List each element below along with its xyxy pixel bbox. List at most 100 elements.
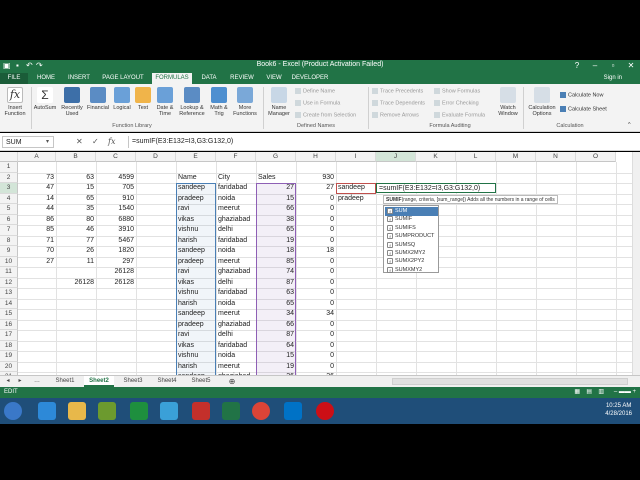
cell-a3[interactable]: 47 [18, 183, 56, 193]
cell-h19[interactable]: 0 [296, 351, 336, 361]
more-sheets-icon[interactable]: … [32, 376, 42, 387]
cell-h11[interactable]: 0 [296, 267, 336, 277]
row-header-10[interactable]: 10 [0, 256, 18, 267]
column-header-b[interactable]: B [56, 152, 96, 162]
logical-button[interactable]: Logical [111, 87, 133, 111]
cell-i4[interactable]: pradeep [336, 194, 376, 204]
row-header-17[interactable]: 17 [0, 330, 18, 341]
trace-precedents-button[interactable]: Trace Precedents [372, 88, 423, 94]
cell-f5[interactable]: meerut [216, 204, 256, 214]
prev-sheet-icon[interactable]: ◂ [4, 376, 12, 387]
cell-f17[interactable]: delhi [216, 330, 256, 340]
cell-f11[interactable]: ghaziabad [216, 267, 256, 277]
cell-a10[interactable]: 27 [18, 257, 56, 267]
cell-g3[interactable]: 27 [256, 183, 296, 193]
cell-h15[interactable]: 34 [296, 309, 336, 319]
cell-h12[interactable]: 0 [296, 278, 336, 288]
chrome-icon[interactable] [252, 402, 270, 420]
cell-g7[interactable]: 65 [256, 225, 296, 235]
name-manager-button[interactable]: Name Manager [266, 87, 292, 117]
cell-c10[interactable]: 297 [96, 257, 136, 267]
cell-f7[interactable]: delhi [216, 225, 256, 235]
cell-f19[interactable]: noida [216, 351, 256, 361]
sheet-tab-5[interactable]: Sheet5 [186, 376, 216, 387]
app-icon[interactable] [160, 402, 178, 420]
cell-e17[interactable]: ravi [176, 330, 216, 340]
cell-e7[interactable]: vishnu [176, 225, 216, 235]
autocomplete-item-sumif[interactable]: f SUMIF [385, 215, 438, 224]
column-header-k[interactable]: K [416, 152, 456, 162]
cell-c6[interactable]: 6880 [96, 215, 136, 225]
cell-g4[interactable]: 15 [256, 194, 296, 204]
calculate-sheet-button[interactable]: Calculate Sheet [560, 106, 607, 112]
column-header-e[interactable]: E [176, 152, 216, 162]
tab-page-layout[interactable]: PAGE LAYOUT [98, 73, 148, 84]
cell-b10[interactable]: 11 [56, 257, 96, 267]
zoom-slider[interactable]: – ▬▬ + [614, 387, 636, 398]
cell-a5[interactable]: 44 [18, 204, 56, 214]
cell-c5[interactable]: 1540 [96, 204, 136, 214]
column-header-d[interactable]: D [136, 152, 176, 162]
cell-c2[interactable]: 4599 [96, 173, 136, 183]
cell-g19[interactable]: 15 [256, 351, 296, 361]
cell-e16[interactable]: pradeep [176, 320, 216, 330]
cell-b9[interactable]: 26 [56, 246, 96, 256]
sheet-tab-3[interactable]: Sheet3 [118, 376, 148, 387]
cell-h10[interactable]: 0 [296, 257, 336, 267]
cell-g2[interactable]: Sales [256, 173, 296, 183]
cell-a8[interactable]: 71 [18, 236, 56, 246]
cell-h16[interactable]: 0 [296, 320, 336, 330]
row-header-2[interactable]: 2 [0, 172, 18, 183]
vertical-scrollbar[interactable] [632, 152, 640, 375]
row-header-11[interactable]: 11 [0, 267, 18, 278]
cell-h18[interactable]: 0 [296, 341, 336, 351]
cell-f6[interactable]: ghaziabad [216, 215, 256, 225]
row-header-16[interactable]: 16 [0, 319, 18, 330]
cell-g16[interactable]: 66 [256, 320, 296, 330]
define-name-button[interactable]: Define Name [295, 88, 335, 94]
formula-input[interactable]: =sumIF(E3:E132=I3,G3:G132,0) [128, 136, 636, 148]
cell-g9[interactable]: 18 [256, 246, 296, 256]
row-header-4[interactable]: 4 [0, 193, 18, 204]
cell-b5[interactable]: 35 [56, 204, 96, 214]
cell-a2[interactable]: 73 [18, 173, 56, 183]
close-button[interactable]: ✕ [622, 60, 640, 72]
cell-e14[interactable]: harish [176, 299, 216, 309]
column-header-j[interactable]: J [376, 152, 416, 162]
show-formulas-button[interactable]: Show Formulas [434, 88, 480, 94]
cell-f10[interactable]: meerut [216, 257, 256, 267]
cell-f3[interactable]: faridabad [216, 183, 256, 193]
opera-icon[interactable] [316, 402, 334, 420]
row-header-1[interactable]: 1 [0, 162, 18, 173]
cell-f9[interactable]: noida [216, 246, 256, 256]
cell-c9[interactable]: 1820 [96, 246, 136, 256]
insert-function-button[interactable]: fx Insert Function [2, 87, 28, 117]
cell-c12[interactable]: 26128 [96, 278, 136, 288]
outlook-icon[interactable] [284, 402, 302, 420]
cell-e4[interactable]: pradeep [176, 194, 216, 204]
column-header-n[interactable]: N [536, 152, 576, 162]
cell-c4[interactable]: 910 [96, 194, 136, 204]
cell-b2[interactable]: 63 [56, 173, 96, 183]
normal-view-icon[interactable]: ▦ [574, 387, 580, 398]
row-header-3[interactable]: 3 [0, 183, 18, 194]
cell-e18[interactable]: vikas [176, 341, 216, 351]
cell-f8[interactable]: faridabad [216, 236, 256, 246]
cell-g12[interactable]: 87 [256, 278, 296, 288]
use-in-formula-button[interactable]: Use in Formula [295, 100, 340, 106]
cell-f13[interactable]: faridabad [216, 288, 256, 298]
column-header-f[interactable]: F [216, 152, 256, 162]
row-header-14[interactable]: 14 [0, 298, 18, 309]
column-header-i[interactable]: I [336, 152, 376, 162]
row-header-19[interactable]: 19 [0, 351, 18, 362]
cell-g6[interactable]: 38 [256, 215, 296, 225]
calculate-now-button[interactable]: Calculate Now [560, 92, 603, 98]
autocomplete-item-sumx2my2[interactable]: f SUMX2MY2 [385, 249, 438, 258]
cell-c11[interactable]: 26128 [96, 267, 136, 277]
cell-b7[interactable]: 46 [56, 225, 96, 235]
column-header-h[interactable]: H [296, 152, 336, 162]
horizontal-scrollbar[interactable] [392, 378, 628, 385]
cell-b3[interactable]: 15 [56, 183, 96, 193]
tab-file[interactable]: FILE [0, 73, 28, 84]
tab-view[interactable]: VIEW [262, 73, 286, 84]
